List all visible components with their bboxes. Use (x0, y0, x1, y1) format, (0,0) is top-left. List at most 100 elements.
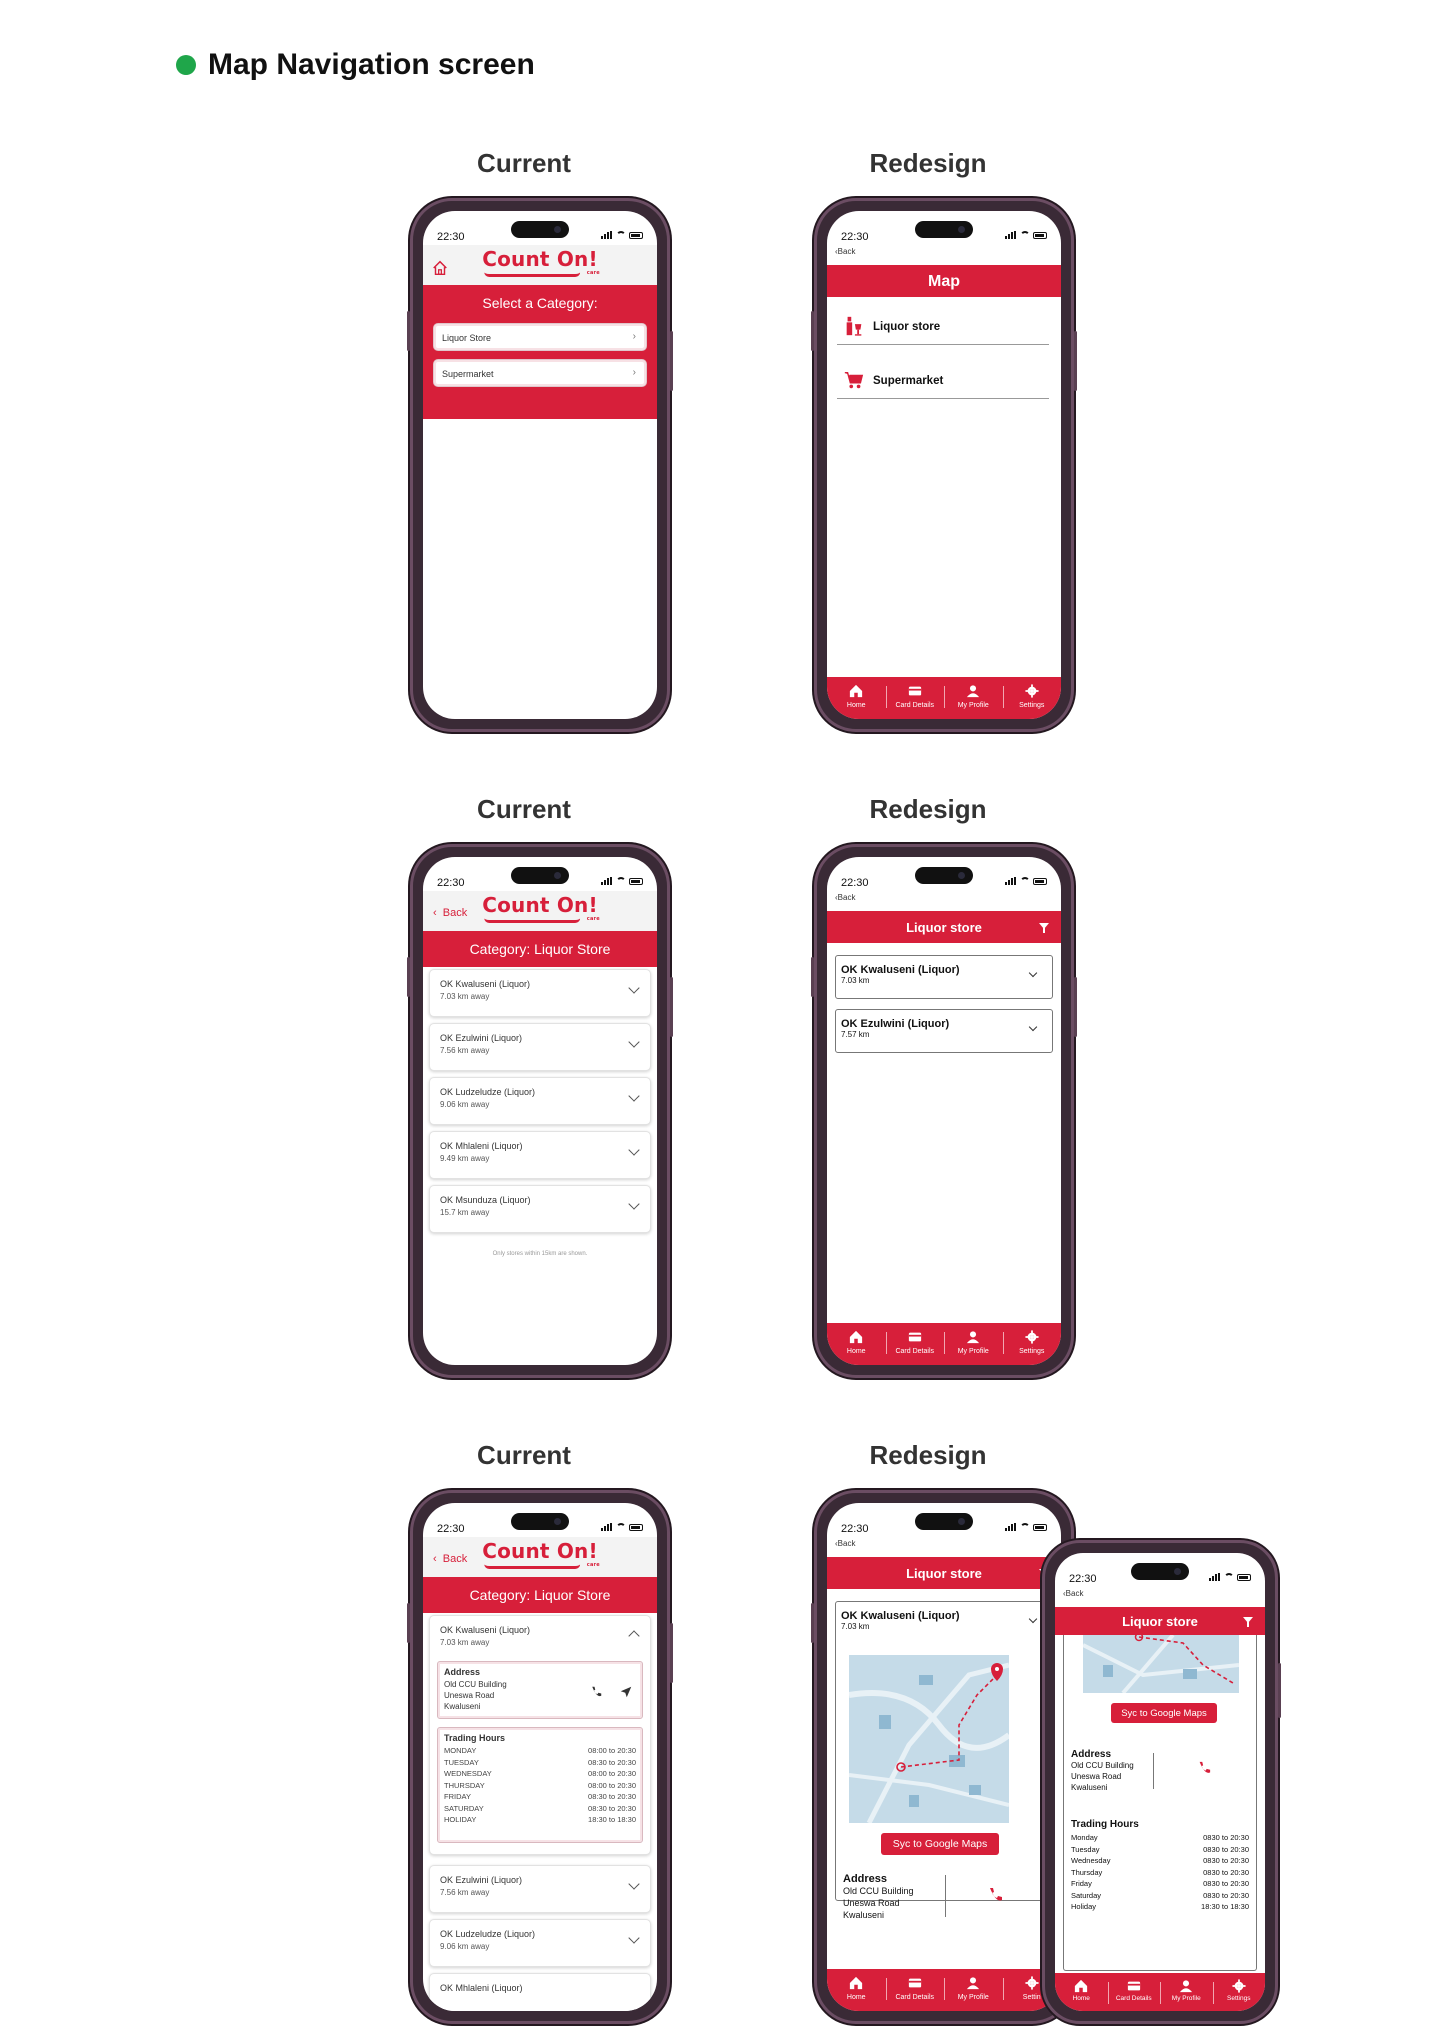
wifi-icon (1020, 877, 1030, 885)
store-map[interactable] (1083, 1635, 1239, 1693)
signal-icon (601, 877, 613, 885)
sync-google-maps-button[interactable]: Syc to Google Maps (881, 1833, 999, 1855)
brand-logo: Count On! care (482, 893, 600, 923)
dynamic-island (915, 1513, 973, 1530)
nav-card-details[interactable]: Card Details (885, 1323, 945, 1365)
shopping-cart-icon (844, 371, 864, 389)
category-band: Category: Liquor Store (423, 1577, 657, 1613)
filter-icon[interactable] (1039, 923, 1049, 933)
label-redesign-3: Redesign (869, 1440, 987, 1470)
app-header: ‹ Back Count On! care (423, 891, 657, 931)
page-heading: Map Navigation screen (176, 48, 535, 82)
distance-note: Only stores within 15km are shown. (492, 1251, 588, 1257)
status-time: 22:30 (841, 1523, 869, 1535)
nav-my-profile[interactable]: My Profile (1160, 1973, 1213, 2011)
status-time: 22:30 (841, 231, 869, 243)
store-card[interactable]: OK Kwaluseni (Liquor) 7.03 km away (429, 969, 651, 1017)
list-title-bar: Liquor store (827, 911, 1061, 943)
signal-icon (1005, 1523, 1017, 1531)
card-icon (908, 686, 921, 696)
category-supermarket[interactable]: Supermarket (837, 363, 1049, 399)
nav-my-profile[interactable]: My Profile (944, 1323, 1003, 1365)
filter-icon[interactable] (1243, 1617, 1253, 1627)
card-icon (908, 1332, 921, 1342)
nav-my-profile[interactable]: My Profile (944, 1969, 1003, 2011)
nav-settings[interactable]: Settings (1002, 1323, 1062, 1365)
screen: 22:30 Count On! care Select a Category: L… (423, 211, 657, 719)
category-title: Category: Liquor Store (469, 1587, 611, 1603)
back-link[interactable]: ‹Back (835, 247, 855, 256)
user-icon (967, 1977, 980, 1990)
phone-current-store-detail: 22:30 ‹ Back Count On! care Category: Liq… (407, 1490, 673, 2024)
phone-redesign-map: 22:30 ‹Back Map Liquor store Supermarket… (811, 198, 1077, 732)
store-card[interactable]: OK Kwaluseni (Liquor) 7.03 km (835, 955, 1053, 999)
screen: 22:30 ‹ Back Count On! care Category: Liq… (423, 857, 657, 1365)
nav-card-details[interactable]: Card Details (885, 1969, 945, 2011)
phone-icon[interactable] (1197, 1761, 1211, 1775)
card-icon (1127, 1981, 1140, 1991)
store-card[interactable]: OK Msunduza (Liquor) 15.7 km away (429, 1185, 651, 1233)
nav-home[interactable]: Home (827, 1969, 886, 2011)
back-link[interactable]: ‹Back (835, 1539, 855, 1548)
screen: 22:30 ‹Back Liquor store Syc to Google M… (1055, 1553, 1265, 2011)
category-liquor-store[interactable]: Liquor store (837, 309, 1049, 345)
back-link[interactable]: ‹ Back (433, 907, 467, 919)
signal-icon (1209, 1573, 1221, 1581)
category-supermarket[interactable]: Supermarket › (433, 359, 647, 387)
nav-card-details[interactable]: Card Details (885, 677, 945, 719)
divider (945, 1875, 946, 1917)
home-icon[interactable] (431, 259, 449, 277)
wifi-icon (616, 231, 626, 239)
phone-icon[interactable] (987, 1887, 1003, 1903)
app-header: Count On! care (423, 245, 657, 285)
category-band: Select a Category: Liquor Store › Superma… (423, 285, 657, 419)
store-card[interactable]: OK Ludzeludze (Liquor) 9.06 km away (429, 1919, 651, 1967)
label-current-1: Current (477, 148, 571, 178)
store-card[interactable]: OK Ludzeludze (Liquor) 9.06 km away (429, 1077, 651, 1125)
bottom-nav: Home Card Details My Profile Settings (827, 1323, 1061, 1365)
nav-home[interactable]: Home (827, 677, 886, 719)
phone-current-categories: 22:30 Count On! care Select a Category: L… (407, 198, 673, 732)
category-title: Category: Liquor Store (469, 941, 611, 957)
nav-settings[interactable]: Settings (1212, 1973, 1266, 2011)
page-title: Map Navigation screen (208, 48, 535, 81)
dynamic-island (915, 221, 973, 238)
store-card[interactable]: OK Mhlaleni (Liquor) (429, 1973, 651, 2011)
store-map[interactable] (849, 1655, 1009, 1823)
screen: 22:30 ‹Back Liquor store OK Kwaluseni (L… (827, 1503, 1061, 2011)
store-card[interactable]: OK Ezulwini (Liquor) 7.57 km (835, 1009, 1053, 1053)
back-link[interactable]: ‹Back (1063, 1589, 1083, 1598)
phone-icon[interactable] (590, 1686, 602, 1698)
nav-settings[interactable]: Settings (1002, 677, 1062, 719)
wifi-icon (616, 1523, 626, 1531)
nav-home[interactable]: Home (1055, 1973, 1108, 2011)
back-link[interactable]: ‹Back (835, 893, 855, 902)
nav-home[interactable]: Home (827, 1323, 886, 1365)
bottom-nav: Home Card Details My Profile Settings (827, 677, 1061, 719)
category-liquor-store[interactable]: Liquor Store › (433, 323, 647, 351)
nav-card-details[interactable]: Card Details (1107, 1973, 1161, 2011)
back-link[interactable]: ‹ Back (433, 1553, 467, 1565)
label-current-2: Current (477, 794, 571, 824)
phone-redesign-store-detail: 22:30 ‹Back Liquor store OK Kwaluseni (L… (811, 1490, 1074, 2024)
signal-icon (601, 1523, 613, 1531)
navigate-arrow-icon[interactable] (620, 1686, 632, 1698)
select-category-title: Select a Category: (482, 295, 598, 311)
bottom-nav: Home Card Details My Profile Settin (827, 1969, 1061, 2011)
sync-google-maps-button[interactable]: Syc to Google Maps (1111, 1703, 1217, 1723)
user-icon (1180, 1980, 1193, 1993)
label-redesign-1: Redesign (869, 148, 987, 178)
map-illustration (1083, 1635, 1239, 1693)
home-icon (1075, 1979, 1088, 1993)
address-box: Address Old CCU Building Uneswa Road Kwa… (437, 1661, 643, 1719)
status-time: 22:30 (437, 877, 465, 889)
store-card[interactable]: OK Mhlaleni (Liquor) 9.49 km away (429, 1131, 651, 1179)
home-icon (850, 1330, 863, 1344)
store-card[interactable]: OK Ezulwini (Liquor) 7.56 km away (429, 1023, 651, 1071)
nav-my-profile[interactable]: My Profile (944, 677, 1003, 719)
category-band: Category: Liquor Store (423, 931, 657, 967)
battery-icon (1033, 1524, 1047, 1531)
phone-current-store-list: 22:30 ‹ Back Count On! care Category: Liq… (407, 844, 673, 1378)
store-card[interactable]: OK Ezulwini (Liquor) 7.56 km away (429, 1865, 651, 1913)
bottom-nav: Home Card Details My Profile Settings (1055, 1973, 1265, 2011)
